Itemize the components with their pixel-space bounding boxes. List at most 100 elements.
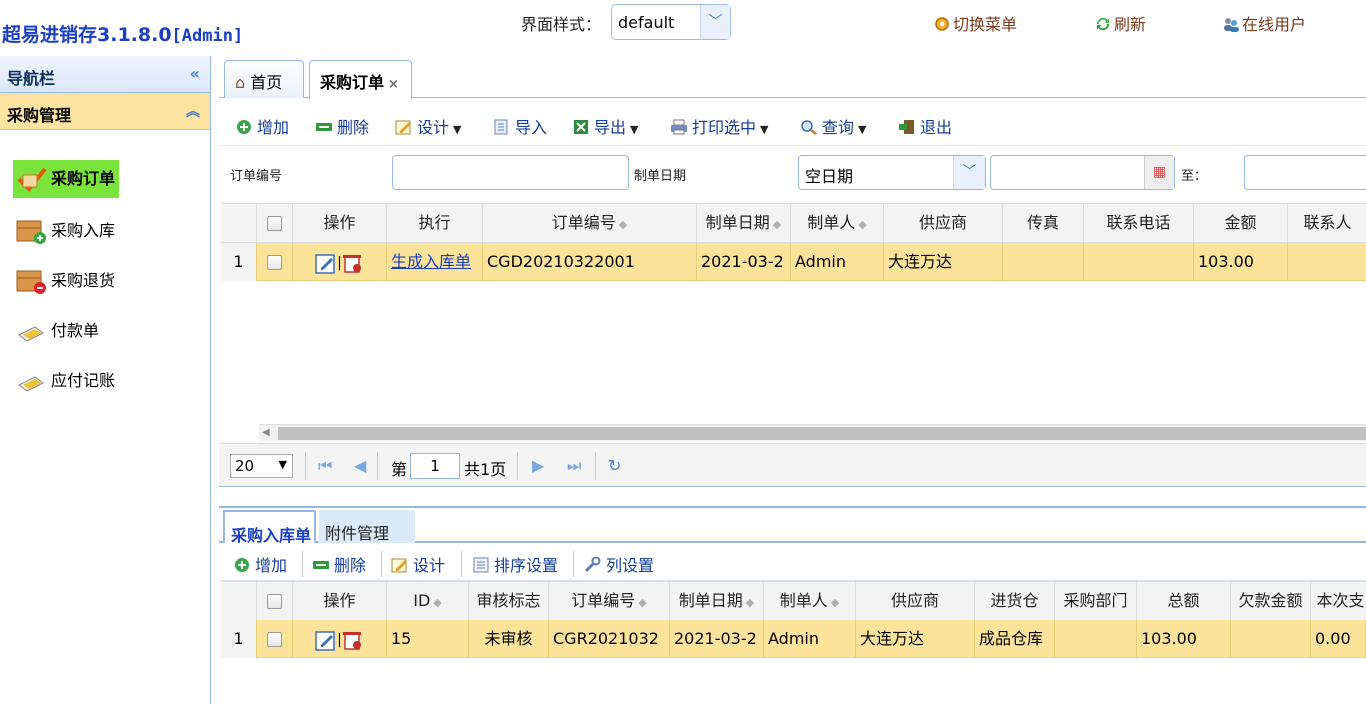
tab-home[interactable]: ⌂ 首页 <box>224 60 304 98</box>
page-number-input[interactable]: 1 <box>410 453 460 479</box>
refresh-button[interactable]: 刷新 <box>1094 11 1146 35</box>
add-button[interactable]: 增加 <box>235 114 289 138</box>
sidebar-item-purchase-return[interactable]: 采购退货 <box>13 262 115 300</box>
col-audit: 审核标志 <box>469 582 549 620</box>
col-maker[interactable]: 制单人 ◆ <box>764 582 856 620</box>
col-order-no[interactable]: 订单编号 ◆ <box>483 204 697 242</box>
grid-header: 操作 执行 订单编号 ◆ 制单日期 ◆ 制单人 ◆ 供应商 传真 联系电话 金额 联系… <box>221 203 1366 243</box>
table-row[interactable]: 1 | 15 未审核 CGR2021032 2021-03-2 Admin 大连… <box>221 620 1366 658</box>
table-row[interactable]: 1 | 生成入库单 CGD20210322001 2021-03-2 Admin… <box>221 243 1366 281</box>
import-label: 导入 <box>515 118 548 137</box>
edit-icon[interactable] <box>315 252 337 274</box>
scrollbar-thumb[interactable] <box>278 427 1366 440</box>
wrench-icon <box>584 557 601 573</box>
chevron-down-icon: ﹀ <box>700 5 730 39</box>
row-checkbox[interactable] <box>257 620 293 658</box>
checkbox-icon <box>267 594 282 609</box>
nav-header: 导航栏 « <box>0 56 210 93</box>
tab-label: 首页 <box>250 73 283 92</box>
horizontal-scrollbar[interactable]: ◀ <box>259 424 1366 441</box>
last-page-icon[interactable]: ⏭ <box>567 456 581 476</box>
detail-add-button[interactable]: 增加 <box>233 552 287 576</box>
calendar-icon[interactable]: ▦ <box>1144 156 1174 189</box>
collapse-icon[interactable]: « <box>190 64 200 83</box>
next-page-icon[interactable]: ▶ <box>532 456 544 475</box>
nav-title: 导航栏 <box>7 69 56 88</box>
tab-label: 采购订单 <box>320 73 385 92</box>
refresh-icon <box>1096 17 1110 31</box>
delete-button[interactable]: 删除 <box>315 114 369 138</box>
delete-icon <box>313 561 329 569</box>
tab-purchase-inbound[interactable]: 采购入库单 <box>223 510 316 545</box>
col-phone: 联系电话 <box>1084 204 1194 242</box>
col-supplier: 供应商 <box>884 204 1003 242</box>
page-size-select[interactable]: 20 ▼ <box>230 454 293 478</box>
add-label: 增加 <box>255 556 288 575</box>
prev-page-icon[interactable]: ◀ <box>354 456 366 475</box>
end-date-input[interactable] <box>1244 155 1366 190</box>
home-icon: ⌂ <box>235 73 246 92</box>
row-supplier: 大连万达 <box>856 620 975 658</box>
reload-icon[interactable]: ↻ <box>608 456 621 475</box>
app-name: 超易进销存3.1.8.0 <box>2 24 172 46</box>
detail-design-button[interactable]: 设计 <box>391 552 445 576</box>
design-label: 设计 <box>413 556 446 575</box>
nav-section[interactable]: 采购管理 ︽ <box>0 93 210 130</box>
design-button[interactable]: 设计 ▼ <box>395 114 461 138</box>
print-button[interactable]: 打印选中 ▼ <box>670 114 768 138</box>
app-user: [Admin] <box>171 26 244 46</box>
col-date[interactable]: 制单日期 ◆ <box>670 582 764 620</box>
row-checkbox[interactable] <box>257 243 293 281</box>
row-amount: 103.00 <box>1194 243 1288 281</box>
col-label: 制单日期 <box>678 591 743 610</box>
sidebar-item-label: 应付记账 <box>51 371 116 390</box>
switch-menu-button[interactable]: 切换菜单 <box>933 11 1017 35</box>
printer-icon <box>671 119 687 135</box>
separator <box>381 551 382 577</box>
column-settings-button[interactable]: 列设置 <box>584 552 654 576</box>
theme-select[interactable]: default ﹀ <box>611 4 731 40</box>
query-label: 查询 <box>822 118 855 137</box>
export-button[interactable]: 导出 ▼ <box>572 114 638 138</box>
sidebar-item-purchase-order[interactable]: 采购订单 <box>13 160 119 198</box>
sidebar-item-purchase-inbound[interactable]: 采购入库 <box>13 212 115 250</box>
row-actions: | <box>293 620 387 658</box>
start-date-input[interactable]: ▦ <box>990 155 1175 190</box>
col-maker[interactable]: 制单人 ◆ <box>791 204 884 242</box>
row-actions: | <box>293 243 387 281</box>
scroll-left-icon[interactable]: ◀ <box>262 427 270 438</box>
col-date[interactable]: 制单日期 ◆ <box>697 204 791 242</box>
sort-icon: ◆ <box>433 596 442 609</box>
col-id[interactable]: ID ◆ <box>387 582 469 620</box>
row-number-header <box>221 204 257 242</box>
first-page-icon[interactable]: ⏮ <box>318 456 332 476</box>
generate-inbound-link[interactable]: 生成入库单 <box>391 252 471 271</box>
refresh-label: 刷新 <box>1114 15 1147 34</box>
col-order-no[interactable]: 订单编号 ◆ <box>549 582 670 620</box>
trash-icon[interactable] <box>342 252 364 274</box>
sidebar-item-payment[interactable]: 付款单 <box>13 312 99 350</box>
excel-icon <box>574 120 588 134</box>
tab-purchase-order[interactable]: 采购订单 × <box>309 60 412 99</box>
online-users-label: 在线用户 <box>1242 15 1307 34</box>
row-total: 103.00 <box>1137 620 1231 658</box>
select-all-checkbox[interactable] <box>257 582 293 620</box>
chevron-up-icon[interactable]: ︽ <box>186 101 200 121</box>
detail-delete-button[interactable]: 删除 <box>312 552 366 576</box>
sort-label: 排序设置 <box>494 556 559 575</box>
trash-icon[interactable] <box>342 629 364 651</box>
close-icon[interactable]: × <box>388 77 399 92</box>
exit-button[interactable]: 退出 <box>898 114 952 138</box>
sidebar-item-payable[interactable]: 应付记账 <box>13 362 115 400</box>
sidebar-item-label: 采购入库 <box>51 221 116 240</box>
sort-settings-button[interactable]: 排序设置 <box>472 552 558 576</box>
edit-icon[interactable] <box>315 629 337 651</box>
date-range-select[interactable]: 空日期 ﹀ <box>798 155 986 190</box>
order-no-input[interactable] <box>392 155 629 190</box>
sidebar-item-label: 采购订单 <box>51 169 116 188</box>
select-all-checkbox[interactable] <box>257 204 293 242</box>
online-users-button[interactable]: 在线用户 <box>1222 11 1306 35</box>
query-button[interactable]: 查询 ▼ <box>800 114 866 138</box>
tab-attachments[interactable]: 附件管理 <box>319 510 415 543</box>
import-button[interactable]: 导入 <box>493 114 547 138</box>
